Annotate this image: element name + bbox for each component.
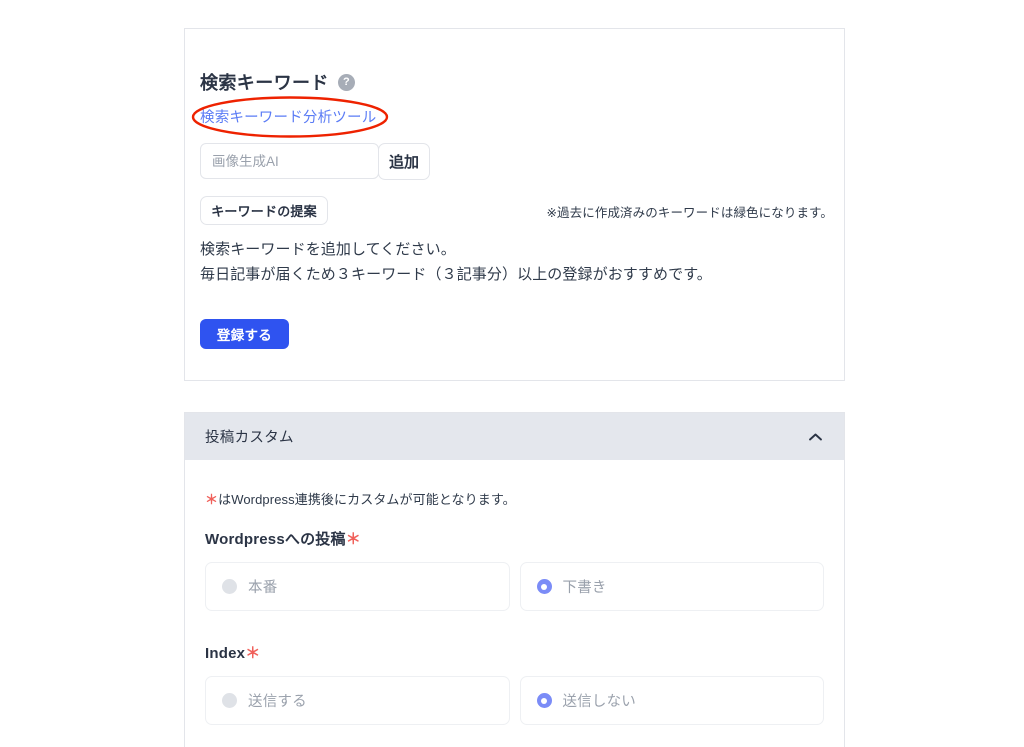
keyword-analysis-tool-link[interactable]: 検索キーワード分析ツール	[200, 106, 376, 127]
keyword-input[interactable]	[200, 143, 379, 179]
help-circle-icon[interactable]: ?	[337, 73, 355, 91]
radio-option-shitagaki[interactable]: 下書き	[519, 562, 824, 611]
radio-option-label: 下書き	[562, 580, 607, 596]
post-custom-header[interactable]: 投稿カスタム	[185, 413, 844, 460]
required-field-note: ＊はWordpress連携後にカスタムが可能となります。	[205, 489, 824, 508]
radio-option-label: 送信しない	[562, 694, 636, 710]
page-root: 検索キーワード ? 検索キーワード分析ツール 追加 キーワードの提案 ※過去に作…	[0, 0, 1024, 747]
keyword-description-line-2: 毎日記事が届くため３キーワード（３記事分）以上の登録がおすすめです。	[200, 266, 712, 283]
radio-group-wordpress-post: 本番 下書き	[205, 562, 824, 611]
radio-option-send[interactable]: 送信する	[205, 676, 510, 725]
post-custom-body: ＊はWordpress連携後にカスタムが可能となります。 Wordpressへの…	[185, 489, 844, 725]
required-asterisk: ＊	[345, 531, 361, 548]
radio-indicator	[222, 693, 237, 708]
radio-indicator	[222, 579, 237, 594]
field-label-text: Wordpressへの投稿	[205, 531, 346, 548]
keyword-description: 検索キーワードを追加してください。 毎日記事が届くため３キーワード（３記事分）以…	[200, 237, 712, 287]
suggest-keyword-button[interactable]: キーワードの提案	[200, 196, 328, 225]
required-note-text: はWordpress連携後にカスタムが可能となります。	[218, 492, 516, 507]
radio-indicator	[536, 693, 552, 708]
post-custom-title: 投稿カスタム	[205, 430, 294, 446]
field-label-wordpress-post: Wordpressへの投稿＊	[205, 528, 824, 549]
radio-option-do-not-send[interactable]: 送信しない	[519, 676, 824, 725]
required-asterisk: ＊	[245, 645, 261, 662]
search-keyword-card: 検索キーワード ? 検索キーワード分析ツール 追加 キーワードの提案 ※過去に作…	[184, 28, 845, 381]
field-label-index: Index＊	[205, 642, 824, 663]
add-keyword-button[interactable]: 追加	[378, 143, 430, 180]
radio-group-index: 送信する 送信しない	[205, 676, 824, 725]
post-custom-card: 投稿カスタム ＊はWordpress連携後にカスタムが可能となります。 Word…	[184, 412, 845, 747]
keyword-note: ※過去に作成済みのキーワードは緑色になります。	[546, 206, 833, 220]
required-asterisk: ＊	[205, 492, 219, 507]
search-keyword-title-row: 検索キーワード ?	[200, 69, 355, 95]
field-label-text: Index	[205, 645, 246, 662]
page-title: 検索キーワード	[200, 73, 329, 93]
radio-option-honban[interactable]: 本番	[205, 562, 510, 611]
radio-option-label: 送信する	[248, 694, 307, 710]
register-button[interactable]: 登録する	[200, 319, 289, 349]
keyword-description-line-1: 検索キーワードを追加してください。	[200, 241, 456, 258]
chevron-up-icon[interactable]	[808, 432, 823, 442]
radio-option-label: 本番	[248, 580, 278, 596]
radio-indicator	[536, 579, 552, 594]
